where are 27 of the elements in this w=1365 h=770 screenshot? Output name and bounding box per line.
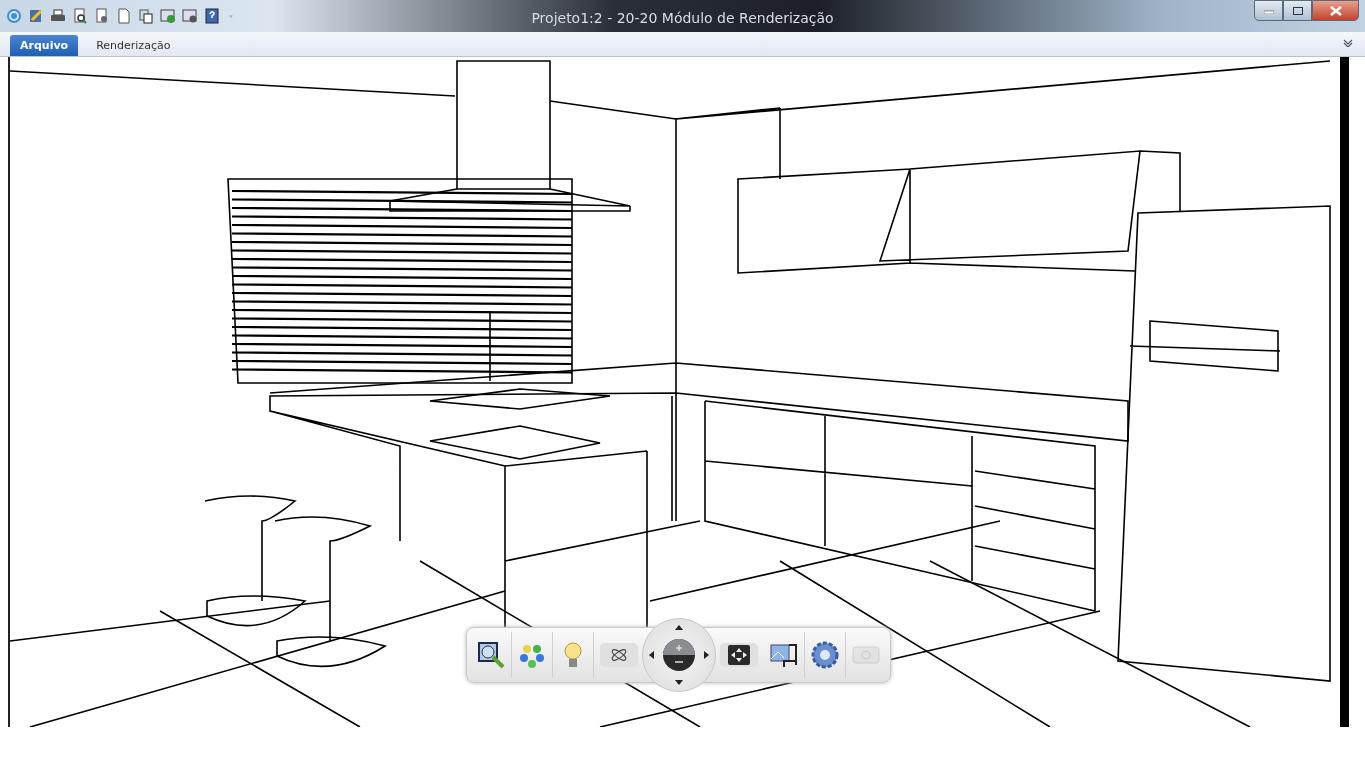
settings-icon [809, 639, 841, 671]
window-title: Projeto1:2 - 20-20 Módulo de Renderização [531, 10, 834, 26]
minimize-button[interactable] [1254, 0, 1283, 21]
collapse-ribbon-icon[interactable] [1343, 39, 1353, 47]
image-settings-icon[interactable] [182, 8, 198, 24]
new-page-icon[interactable] [116, 8, 132, 24]
four-arrows-icon [728, 645, 750, 665]
maximize-button[interactable] [1283, 0, 1312, 21]
fit-view-button[interactable] [720, 643, 758, 667]
app-logo-icon[interactable] [6, 8, 22, 24]
print-icon[interactable] [50, 8, 66, 24]
orbit-button[interactable] [600, 643, 638, 667]
print-preview-icon[interactable] [72, 8, 88, 24]
close-button[interactable] [1312, 0, 1359, 21]
ribbon-tab[interactable]: Arquivo [10, 35, 79, 56]
zoom-extents-icon [475, 639, 507, 671]
orbit-icon [609, 647, 629, 663]
close-icon [1329, 5, 1342, 16]
image-refresh-icon[interactable] [160, 8, 176, 24]
minimize-icon [1263, 7, 1274, 14]
maximize-icon [1292, 6, 1303, 15]
ribbon-tab[interactable]: Renderização [86, 35, 181, 56]
edit-icon[interactable] [28, 8, 44, 24]
help-icon[interactable] [204, 8, 220, 24]
copy-page-icon[interactable] [138, 8, 154, 24]
camera-icon [851, 643, 881, 667]
page-settings-icon[interactable] [94, 8, 110, 24]
